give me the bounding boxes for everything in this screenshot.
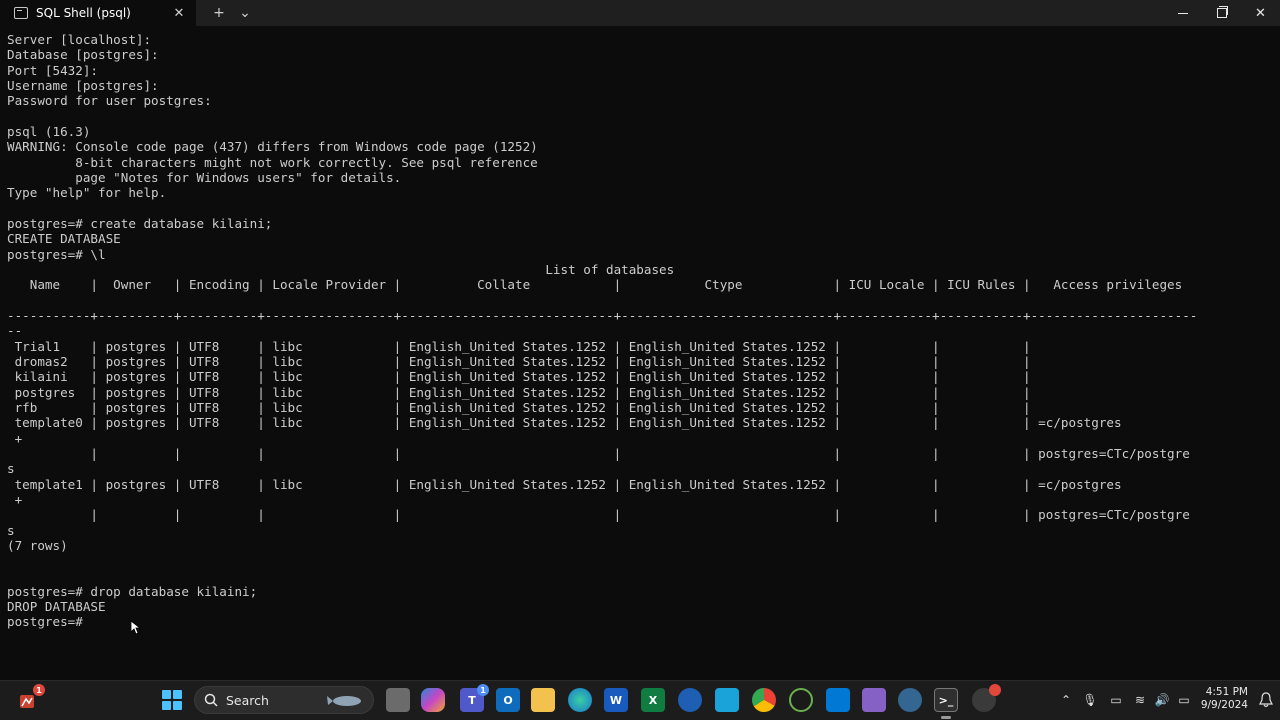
terminal-line: + <box>7 491 23 507</box>
terminal-line: 8-bit characters might not work correctl… <box>7 154 538 170</box>
terminal-line: (7 rows) <box>7 537 68 553</box>
terminal-line: | | | | | | | | postgres=CTc/postgre <box>7 445 1190 461</box>
settings-badge <box>989 684 1001 696</box>
teams-icon[interactable]: T 1 <box>460 684 489 712</box>
qgis-icon[interactable] <box>789 688 813 712</box>
close-tab-icon[interactable]: ✕ <box>170 6 188 21</box>
terminal-line: postgres=# <box>7 614 83 630</box>
terminal-line: page "Notes for Windows users" for detai… <box>7 169 402 185</box>
terminal-line: + <box>7 430 23 446</box>
terminal-line: Server [localhost]: <box>7 32 152 47</box>
clock-time: 4:51 PM <box>1205 686 1248 698</box>
window-controls: ✕ <box>1163 0 1280 26</box>
keyboard-icon[interactable]: ▭ <box>1103 693 1129 707</box>
word-icon[interactable]: W <box>604 688 628 712</box>
browser-app-icon[interactable] <box>678 688 702 712</box>
notification-app-icon[interactable]: 1 <box>16 684 45 712</box>
terminal-line: Trial1 | postgres | UTF8 | libc | Englis… <box>7 338 1031 354</box>
teams-badge: 1 <box>477 684 489 696</box>
system-tray: ⌃ 🎙 ▭ ≋ 🔊 ▭ <box>1055 680 1195 720</box>
task-view-icon[interactable] <box>386 688 410 712</box>
terminal-line: List of databases <box>7 261 675 277</box>
terminal-line: Password for user postgres: <box>7 93 212 109</box>
new-tab-button[interactable]: + <box>206 0 232 26</box>
terminal-line: postgres | postgres | UTF8 | libc | Engl… <box>7 384 1031 400</box>
terminal-line: -- <box>7 323 23 339</box>
mouse-pointer-icon <box>131 621 141 635</box>
terminal-line: rfb | postgres | UTF8 | libc | English_U… <box>7 399 1031 415</box>
terminal-line: CREATE DATABASE <box>7 231 121 247</box>
excel-icon[interactable]: X <box>641 688 665 712</box>
terminal-line: | | | | | | | | postgres=CTc/postgre <box>7 507 1190 523</box>
tray-chevron-icon[interactable]: ⌃ <box>1055 693 1077 707</box>
microphone-icon[interactable]: 🎙 <box>1077 693 1103 707</box>
visual-studio-icon[interactable] <box>862 688 886 712</box>
terminal-line: postgres=# create database kilaini; <box>7 215 273 231</box>
terminal-line: Database [postgres]: <box>7 47 159 63</box>
maximize-icon <box>1216 6 1228 18</box>
wifi-icon[interactable]: ≋ <box>1129 693 1151 707</box>
terminal-line: Name | Owner | Encoding | Locale Provide… <box>7 277 1183 293</box>
taskbar-search[interactable]: Search <box>194 686 374 714</box>
terminal-line: s <box>7 522 15 538</box>
terminal-line: dromas2 | postgres | UTF8 | libc | Engli… <box>7 353 1031 369</box>
terminal-line: postgres=# drop database kilaini; <box>7 583 258 599</box>
terminal-line: -----------+----------+----------+------… <box>7 307 1198 323</box>
pgadmin-icon[interactable] <box>898 688 922 712</box>
terminal-tab[interactable]: SQL Shell (psql) ✕ <box>0 0 196 26</box>
terminal-line: Port [5432]: <box>7 62 98 78</box>
tab-dropdown-button[interactable]: ⌄ <box>232 0 258 26</box>
taskbar-clock[interactable]: 4:51 PM 9/9/2024 <box>1196 686 1248 712</box>
terminal-line: WARNING: Console code page (437) differs… <box>7 139 538 155</box>
search-icon <box>204 693 218 707</box>
magnifier-app-icon[interactable] <box>715 688 739 712</box>
vscode-icon[interactable] <box>826 688 850 712</box>
minimize-button[interactable] <box>1163 0 1202 26</box>
terminal-line: Type "help" for help. <box>7 185 167 201</box>
copilot-icon[interactable] <box>421 688 445 712</box>
search-label: Search <box>226 692 269 708</box>
notifications-bell-icon[interactable] <box>1254 688 1278 712</box>
search-highlight-icon <box>327 696 361 706</box>
terminal-line: psql (16.3) <box>7 123 91 139</box>
notification-badge: 1 <box>33 684 45 696</box>
volume-icon[interactable]: 🔊 <box>1151 693 1173 707</box>
battery-icon[interactable]: ▭ <box>1173 693 1195 707</box>
terminal-line: kilaini | postgres | UTF8 | libc | Engli… <box>7 369 1031 385</box>
terminal-line: DROP DATABASE <box>7 599 106 615</box>
terminal-line: Username [postgres]: <box>7 77 159 93</box>
start-button[interactable] <box>162 690 182 710</box>
terminal-icon <box>14 7 28 19</box>
edge-icon[interactable] <box>568 688 592 712</box>
terminal-line: s <box>7 461 15 477</box>
chrome-icon[interactable] <box>752 688 776 712</box>
terminal-output[interactable]: Server [localhost]: Database [postgres]: P… <box>7 32 1273 672</box>
tab-title: SQL Shell (psql) <box>36 6 131 20</box>
terminal-line: postgres=# \l <box>7 246 106 262</box>
file-explorer-icon[interactable] <box>531 688 555 712</box>
bell-icon <box>1259 692 1273 708</box>
clock-date: 9/9/2024 <box>1200 699 1248 711</box>
title-bar: SQL Shell (psql) ✕ + ⌄ ✕ <box>0 0 1280 26</box>
settings-app-icon[interactable] <box>972 684 1001 712</box>
close-window-button[interactable]: ✕ <box>1241 0 1280 26</box>
outlook-icon[interactable]: O <box>496 688 520 712</box>
maximize-button[interactable] <box>1202 0 1241 26</box>
running-indicator <box>941 716 951 719</box>
terminal-line: template0 | postgres | UTF8 | libc | Eng… <box>7 415 1122 431</box>
terminal-line: template1 | postgres | UTF8 | libc | Eng… <box>7 476 1122 492</box>
terminal-app-icon[interactable]: >_ <box>934 688 958 712</box>
